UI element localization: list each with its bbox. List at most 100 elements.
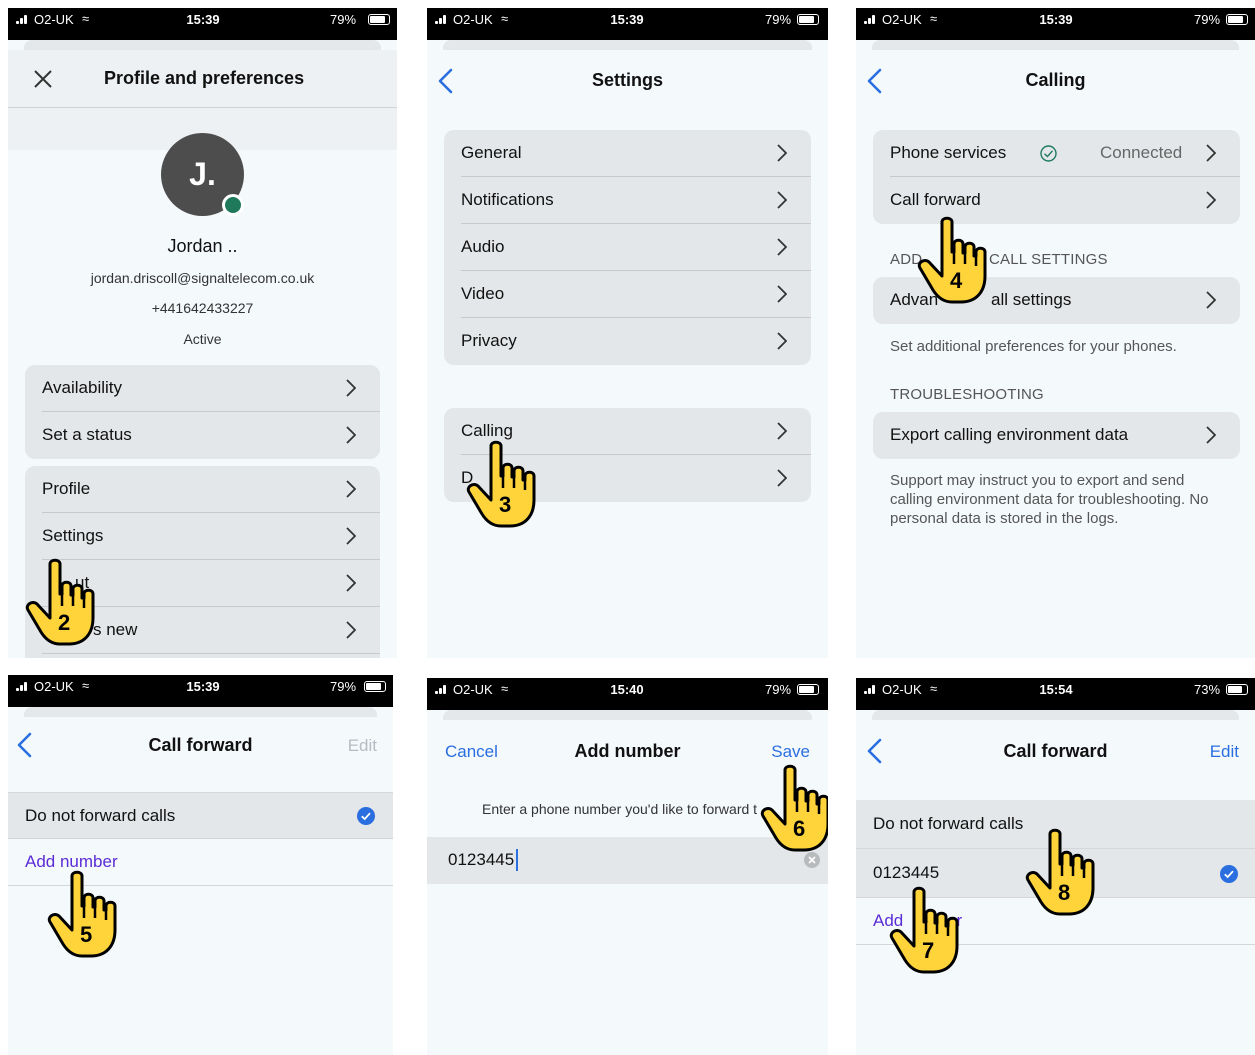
checkmark-selected-icon: [357, 807, 375, 825]
chevron-right-icon: [346, 480, 356, 498]
availability-row[interactable]: Availability: [25, 365, 380, 412]
screen-call-forward-empty: O2-UK ≈ 15:39 79% Call forward Edit Do n…: [8, 675, 393, 1055]
battery-icon: [1226, 14, 1248, 25]
clock: 15:40: [610, 682, 644, 697]
chevron-right-icon: [1206, 144, 1216, 162]
user-name: Jordan ..: [167, 236, 238, 256]
status-group: Availability Set a status: [25, 365, 380, 459]
wifi-icon: ≈: [930, 11, 938, 26]
status-bar: O2-UK ≈ 15:39 79%: [856, 8, 1255, 50]
signal-icon: [435, 685, 449, 694]
wifi-icon: ≈: [82, 11, 90, 26]
battery-percent: 79%: [765, 12, 792, 27]
chevron-right-icon: [777, 422, 787, 440]
user-status: Active: [183, 331, 222, 347]
advanced-note: Set additional preferences for your phon…: [890, 338, 1177, 355]
wifi-icon: ≈: [501, 11, 509, 26]
step-number: 7: [922, 938, 935, 963]
chevron-right-icon: [1206, 291, 1216, 309]
page-title: Profile and preferences: [104, 68, 305, 88]
clear-text-icon[interactable]: [804, 852, 820, 868]
notifications-row[interactable]: Notifications: [444, 177, 811, 224]
close-icon[interactable]: [34, 70, 52, 88]
clock: 15:39: [186, 12, 220, 27]
troubleshooting-group: Export calling environment data: [873, 412, 1240, 459]
signal-icon: [864, 685, 878, 694]
step-number: 4: [950, 268, 963, 293]
export-note: Support may instruct you to export and s…: [890, 472, 1209, 527]
battery-icon: [797, 684, 819, 695]
battery-icon: [368, 14, 390, 25]
status-bar: O2-UK ≈ 15:39 79%: [427, 8, 828, 50]
signal-icon: [864, 15, 878, 24]
page-title: Calling: [1025, 70, 1086, 90]
chevron-right-icon: [346, 426, 356, 444]
video-row[interactable]: Video: [444, 271, 811, 318]
battery-icon: [797, 14, 819, 25]
battery-percent: 73%: [1194, 682, 1221, 697]
clock: 15:39: [1039, 12, 1073, 27]
audio-row[interactable]: Audio: [444, 224, 811, 271]
pointing-hand-icon: 7: [886, 886, 966, 976]
set-status-row[interactable]: Set a status: [25, 412, 380, 459]
edit-button[interactable]: Edit: [1210, 742, 1239, 762]
battery-icon: [1226, 684, 1248, 695]
privacy-row[interactable]: Privacy: [444, 318, 811, 365]
general-row[interactable]: General: [444, 130, 811, 177]
export-data-row[interactable]: Export calling environment data: [873, 412, 1240, 459]
forward-number-value: 0123445: [873, 863, 940, 882]
chevron-right-icon: [777, 238, 787, 256]
chevron-right-icon: [777, 144, 787, 162]
battery-percent: 79%: [330, 12, 357, 27]
phone-group: Phone services Connected Call forward: [873, 130, 1240, 224]
phone-services-row[interactable]: Phone services Connected: [873, 130, 1240, 177]
pointing-hand-icon: 5: [44, 870, 124, 960]
chevron-right-icon: [777, 285, 787, 303]
carrier-label: O2-UK: [882, 682, 922, 697]
screen-settings: O2-UK ≈ 15:39 79% Settings General Notif…: [427, 8, 828, 658]
settings-row[interactable]: Settings: [25, 513, 380, 560]
step-number: 2: [58, 610, 71, 635]
presence-indicator: [222, 194, 244, 216]
wifi-icon: ≈: [930, 681, 938, 696]
chevron-right-icon: [346, 574, 356, 592]
chevron-right-icon: [1206, 426, 1216, 444]
signal-icon: [435, 15, 449, 24]
carrier-label: O2-UK: [34, 12, 74, 27]
pointing-hand-icon: 6: [757, 764, 828, 854]
page-title: Add number: [574, 741, 681, 761]
page-title: Call forward: [148, 735, 253, 755]
checkmark-selected-icon: [1220, 865, 1238, 883]
wifi-icon: ≈: [82, 678, 90, 693]
pointing-hand-icon: 4: [914, 216, 994, 306]
check-circle-icon: [1040, 145, 1057, 162]
chevron-right-icon: [777, 191, 787, 209]
save-button[interactable]: Save: [771, 742, 810, 762]
instruction-text: Enter a phone number you'd like to forwa…: [482, 801, 758, 817]
clock: 15:54: [1039, 682, 1073, 697]
battery-percent: 79%: [1194, 12, 1221, 27]
status-bar: O2-UK ≈ 15:54 73%: [856, 678, 1255, 720]
page-title: Settings: [591, 70, 663, 90]
text-cursor: [516, 849, 518, 871]
do-not-forward-row[interactable]: Do not forward calls: [8, 792, 393, 839]
section-header-additional-tail: CALL SETTINGS: [989, 251, 1108, 268]
settings-group: General Notifications Audio Video Privac…: [444, 130, 811, 365]
profile-row[interactable]: Profile: [25, 466, 380, 513]
clock: 15:39: [186, 679, 220, 694]
status-bar: O2-UK ≈ 15:40 79%: [427, 678, 828, 720]
chevron-right-icon: [346, 379, 356, 397]
add-number-link[interactable]: Add number: [25, 852, 118, 872]
status-bar: O2-UK ≈ 15:39 79%: [8, 675, 393, 717]
wifi-icon: ≈: [501, 681, 509, 696]
chevron-right-icon: [346, 527, 356, 545]
battery-icon: [364, 681, 386, 692]
connected-status: Connected: [1100, 143, 1183, 162]
chevron-right-icon: [777, 332, 787, 350]
step-number: 6: [793, 816, 806, 841]
edit-button[interactable]: Edit: [348, 736, 377, 756]
step-number: 3: [499, 492, 512, 517]
section-header-troubleshooting: TROUBLESHOOTING: [890, 386, 1044, 403]
signal-icon: [16, 15, 30, 24]
status-bar: O2-UK ≈ 15:39 79%: [8, 8, 397, 50]
